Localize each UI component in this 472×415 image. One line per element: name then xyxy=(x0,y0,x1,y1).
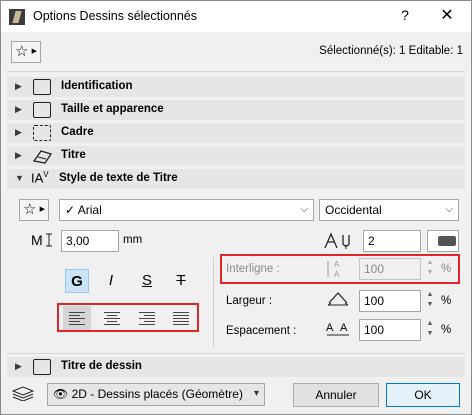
star-icon: ☆ xyxy=(23,201,37,218)
spacing-label: Espacement : xyxy=(226,325,297,337)
text-style-icon: IAV xyxy=(31,170,49,186)
align-center-icon[interactable] xyxy=(98,306,126,330)
percent-label: % xyxy=(441,324,452,336)
pen-number-field[interactable]: 2 xyxy=(363,230,421,252)
expand-arrow-icon: ▶ xyxy=(15,81,22,91)
close-button[interactable]: ✕ xyxy=(437,5,457,25)
eye-icon: 👁 xyxy=(53,387,72,401)
line-spacing-icon: AA xyxy=(324,259,350,282)
cancel-button[interactable]: Annuler xyxy=(293,383,379,407)
letter-spacing-icon: AA xyxy=(325,319,351,340)
line-spacing-label: Interligne : xyxy=(226,263,280,275)
section-label: Taille et apparence xyxy=(61,103,164,115)
title-icon xyxy=(32,148,53,164)
favorites-button[interactable]: ☆ ▶ xyxy=(11,41,41,63)
app-icon xyxy=(9,9,25,25)
size-appearance-icon xyxy=(33,102,51,118)
align-left-icon[interactable] xyxy=(63,306,91,330)
line-spacing-field[interactable]: 100 xyxy=(359,258,421,280)
section-label: Identification xyxy=(61,80,133,92)
script-value: Occidental xyxy=(325,203,382,217)
spacing-spinner[interactable]: ▲ ▼ xyxy=(423,319,437,341)
underline-button[interactable]: S xyxy=(135,269,159,293)
title-bar: Options Dessins sélectionnés ? ✕ xyxy=(1,1,471,32)
dialog-window: Options Dessins sélectionnés ? ✕ ☆ ▶ Séle… xyxy=(0,0,472,415)
section-drawing-title[interactable]: ▶ Titre de dessin xyxy=(7,357,465,377)
font-value: Arial xyxy=(77,203,102,217)
section-size-appearance[interactable]: ▶ Taille et apparence xyxy=(7,100,465,120)
spacing-field[interactable]: 100 xyxy=(359,319,421,341)
svg-text:A: A xyxy=(340,322,348,334)
drawing-title-icon xyxy=(33,359,51,375)
section-label: Style de texte de Titre xyxy=(59,172,178,184)
layers-icon xyxy=(11,385,39,404)
checkmark-icon: ✓ xyxy=(65,203,78,217)
bold-button[interactable]: G xyxy=(65,269,89,293)
script-select[interactable]: Occidental ⌵ xyxy=(319,199,459,221)
view-layer-value: 2D - Dessins placés (Géomètre) xyxy=(71,387,243,401)
pen-color-fill xyxy=(438,236,456,246)
percent-label: % xyxy=(441,295,452,307)
section-frame[interactable]: ▶ Cadre xyxy=(7,123,465,143)
section-label: Titre xyxy=(61,149,86,161)
text-favorites-button[interactable]: ☆ ▶ xyxy=(19,199,49,221)
star-icon: ☆ xyxy=(15,43,29,60)
section-identification[interactable]: ▶ Identification xyxy=(7,77,465,97)
pen-icon xyxy=(323,232,359,253)
section-title-text-style[interactable]: ▼ IAV Style de texte de Titre xyxy=(7,169,465,189)
chevron-down-icon: ▾ xyxy=(253,388,259,399)
identification-icon xyxy=(33,79,51,95)
text-height-field[interactable]: 3,00 xyxy=(61,230,119,252)
selection-info: Sélectionné(s): 1 Editable: 1 xyxy=(319,45,463,57)
collapse-arrow-icon: ▼ xyxy=(15,173,24,183)
expand-arrow-icon: ▶ xyxy=(15,127,22,137)
vertical-divider xyxy=(213,257,214,347)
svg-text:A: A xyxy=(334,270,340,279)
svg-text:A: A xyxy=(326,322,334,334)
text-width-icon xyxy=(327,291,349,310)
frame-icon xyxy=(33,125,51,141)
chevron-down-icon: ⌵ xyxy=(300,204,308,215)
expand-arrow-icon: ▶ xyxy=(15,361,22,371)
expand-arrow-icon: ▶ xyxy=(15,150,22,160)
expand-arrow-icon: ▶ xyxy=(15,104,22,114)
line-spacing-spinner[interactable]: ▲ ▼ xyxy=(423,258,437,280)
section-title[interactable]: ▶ Titre xyxy=(7,146,465,166)
text-height-icon: M xyxy=(31,232,55,251)
width-field[interactable]: 100 xyxy=(359,290,421,312)
italic-button[interactable]: I xyxy=(99,269,123,293)
width-label: Largeur : xyxy=(226,295,273,307)
section-label: Titre de dessin xyxy=(61,360,142,372)
view-layer-select[interactable]: 👁 2D - Dessins placés (Géomètre) ▾ xyxy=(47,383,265,406)
pen-color-swatch[interactable] xyxy=(427,230,459,252)
svg-text:M: M xyxy=(31,232,43,248)
svg-text:A: A xyxy=(334,260,340,269)
chevron-down-icon: ⌵ xyxy=(445,204,453,215)
text-height-unit: mm xyxy=(123,234,143,246)
align-justify-icon[interactable] xyxy=(167,306,195,330)
width-spinner[interactable]: ▲ ▼ xyxy=(423,290,437,312)
help-button[interactable]: ? xyxy=(395,7,415,23)
percent-label: % xyxy=(441,263,452,275)
triangle-right-icon: ▶ xyxy=(31,48,37,55)
align-right-icon[interactable] xyxy=(133,306,161,330)
ok-button[interactable]: OK xyxy=(386,383,460,407)
section-label: Cadre xyxy=(61,126,94,138)
font-select[interactable]: ✓ Arial ⌵ xyxy=(59,199,314,221)
divider xyxy=(7,71,465,72)
strikethrough-button[interactable]: T xyxy=(169,269,193,293)
divider xyxy=(7,353,465,354)
window-title: Options Dessins sélectionnés xyxy=(33,9,197,23)
triangle-right-icon: ▶ xyxy=(39,206,45,213)
